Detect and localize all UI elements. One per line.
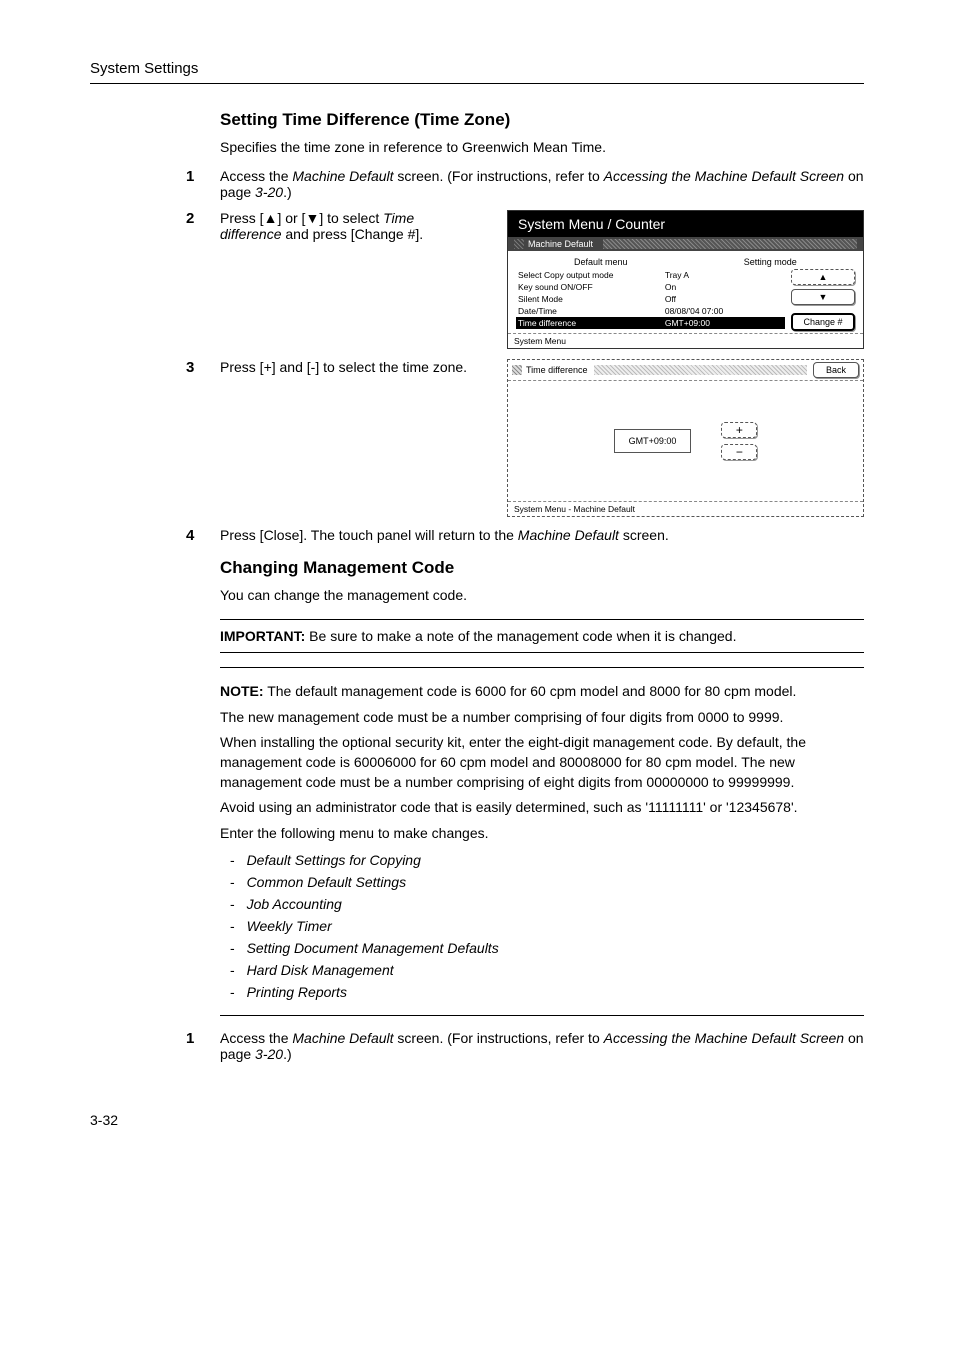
list-item: Setting Document Management Defaults <box>248 937 864 959</box>
t: ] to select <box>319 210 383 226</box>
step-number: 1 <box>186 168 220 200</box>
cell: Tray A <box>665 270 785 280</box>
list-item: Default Settings for Copying <box>248 849 864 871</box>
panel-subtitle: Machine Default <box>528 239 593 249</box>
t: 3-20 <box>255 184 283 200</box>
change-button[interactable]: Change # <box>791 313 855 331</box>
list-row-selected[interactable]: Time differenceGMT+09:00 <box>516 317 785 329</box>
cell: On <box>665 282 785 292</box>
t: Press [ <box>220 210 264 226</box>
page-header: System Settings <box>90 60 864 84</box>
hatch-fill <box>603 239 857 249</box>
t: screen. <box>619 527 669 543</box>
section2-intro: You can change the management code. <box>220 586 864 606</box>
list-item: Weekly Timer <box>248 915 864 937</box>
t: screen. (For instructions, refer to <box>394 1030 604 1046</box>
t: screen. (For instructions, refer to <box>394 168 604 184</box>
step-number: 4 <box>186 527 220 544</box>
panel-title: System Menu / Counter <box>508 211 863 237</box>
important-label: IMPORTANT: <box>220 628 305 644</box>
list-item: Common Default Settings <box>248 871 864 893</box>
cell: Key sound ON/OFF <box>516 282 665 292</box>
cell: Select Copy output mode <box>516 270 665 280</box>
t: Accessing the Machine Default Screen <box>604 168 844 184</box>
t: .) <box>283 184 292 200</box>
t: Access the <box>220 168 292 184</box>
screenshot-machine-default: System Menu / Counter Machine Default De… <box>507 210 864 349</box>
cell: 08/08/'04 07:00 <box>665 306 785 316</box>
section1-intro: Specifies the time zone in reference to … <box>220 138 864 158</box>
settings-list: Select Copy output modeTray A Key sound … <box>516 269 785 331</box>
col-header: Default menu <box>516 257 686 269</box>
step-number: 1 <box>186 1030 220 1062</box>
cell: Off <box>665 294 785 304</box>
section-title-timezone: Setting Time Difference (Time Zone) <box>220 110 864 130</box>
column-headers: Default menu Setting mode <box>516 257 855 269</box>
list-item: Job Accounting <box>248 893 864 915</box>
t: ] or [ <box>277 210 305 226</box>
cell: Silent Mode <box>516 294 665 304</box>
note-label: NOTE: <box>220 683 264 699</box>
list-row[interactable]: Date/Time08/08/'04 07:00 <box>516 305 785 317</box>
important-box: IMPORTANT: Be sure to make a note of the… <box>220 619 864 653</box>
list-item: Hard Disk Management <box>248 959 864 981</box>
step-number: 2 <box>186 210 220 349</box>
cell: Time difference <box>516 318 665 328</box>
step-number: 3 <box>186 359 220 517</box>
t: and press [Change #]. <box>281 226 423 242</box>
step-text: Press [Close]. The touch panel will retu… <box>220 527 864 544</box>
list-row[interactable]: Silent ModeOff <box>516 293 785 305</box>
hatch-fill <box>594 365 807 375</box>
menu-list: Default Settings for Copying Common Defa… <box>220 849 864 1003</box>
list-row[interactable]: Key sound ON/OFFOn <box>516 281 785 293</box>
important-text: Be sure to make a note of the management… <box>305 628 736 644</box>
page-number: 3-32 <box>90 1112 118 1128</box>
scroll-up-button[interactable] <box>791 269 855 285</box>
t: Press [Close]. The touch panel will retu… <box>220 527 518 543</box>
scroll-down-button[interactable] <box>791 289 855 305</box>
cell: Date/Time <box>516 306 665 316</box>
up-triangle-icon: ▲ <box>264 210 278 226</box>
t: 3-20 <box>255 1046 283 1062</box>
step-text: Access the Machine Default screen. (For … <box>220 1030 864 1062</box>
section-title-management-code: Changing Management Code <box>220 558 864 578</box>
breadcrumb: System Menu - Machine Default <box>508 501 863 516</box>
back-button[interactable]: Back <box>813 362 859 378</box>
screenshot-time-difference: Time difference Back GMT+09:00 + − Syste… <box>507 359 864 517</box>
down-triangle-icon: ▼ <box>305 210 319 226</box>
list-row[interactable]: Select Copy output modeTray A <box>516 269 785 281</box>
t: Access the <box>220 1030 292 1046</box>
plus-button[interactable]: + <box>721 422 757 438</box>
minus-button[interactable]: − <box>721 444 757 460</box>
note-box: NOTE: The default management code is 600… <box>220 667 864 1016</box>
note-text: The default management code is 6000 for … <box>264 683 797 699</box>
t: Machine Default <box>292 1030 393 1046</box>
breadcrumb: System Menu <box>508 333 863 348</box>
hatch-icon <box>514 239 524 249</box>
note-p: The new management code must be a number… <box>220 708 864 728</box>
t: Accessing the Machine Default Screen <box>604 1030 844 1046</box>
note-p: Avoid using an administrator code that i… <box>220 798 864 818</box>
step-text: Press [▲] or [▼] to select Time differen… <box>220 210 470 242</box>
col-header: Setting mode <box>686 257 856 269</box>
panel-title: Time difference <box>526 365 588 375</box>
timezone-value: GMT+09:00 <box>614 429 692 453</box>
t: Machine Default <box>518 527 619 543</box>
t: .) <box>283 1046 292 1062</box>
hatch-icon <box>512 365 522 375</box>
step-text: Press [+] and [-] to select the time zon… <box>220 359 470 375</box>
note-p: Enter the following menu to make changes… <box>220 824 864 844</box>
note-p: When installing the optional security ki… <box>220 733 864 792</box>
step-text: Access the Machine Default screen. (For … <box>220 168 864 200</box>
cell: GMT+09:00 <box>665 318 785 328</box>
t: Machine Default <box>292 168 393 184</box>
list-item: Printing Reports <box>248 981 864 1003</box>
panel-subtitle-bar: Machine Default <box>508 237 863 251</box>
